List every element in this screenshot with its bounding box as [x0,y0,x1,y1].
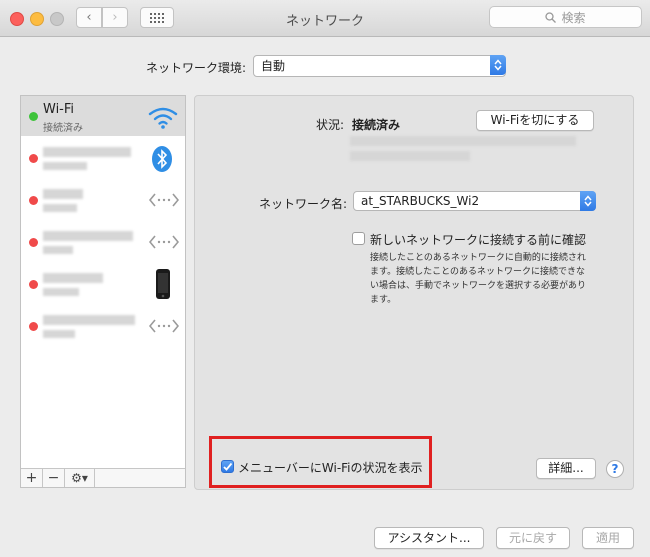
updown-arrows-icon [490,55,506,75]
revert-button[interactable]: 元に戻す [496,527,570,549]
blurred-service-status [43,204,77,212]
service-item[interactable] [21,180,185,220]
service-item-wifi[interactable]: Wi-Fi 接続済み [21,96,185,136]
service-item[interactable] [21,264,185,304]
network-name-label: ネットワーク名: [259,197,348,211]
status-dot-red [29,196,38,205]
status-dot-red [29,154,38,163]
bluetooth-icon [152,146,172,172]
status-value: 接続済み [352,118,401,132]
search-placeholder: 検索 [561,10,586,25]
description-line: ます。 [370,295,397,305]
service-status: 接続済み [43,123,83,134]
apply-button[interactable]: 適用 [582,527,634,549]
status-dot-red [29,280,38,289]
wifi-icon [148,107,178,129]
ask-join-description: 接続したことのあるネットワークに自動的に接続され ます。接続したことのあるネット… [370,251,586,307]
blurred-service-status [43,162,87,170]
service-list[interactable]: Wi-Fi 接続済み + − ⚙▾ [20,95,186,488]
gear-menu-button[interactable]: ⚙▾ [65,469,95,487]
remove-service-button[interactable]: − [43,469,65,487]
service-item[interactable] [21,306,185,346]
advanced-button[interactable]: 詳細... [536,458,596,479]
status-dot-red [29,238,38,247]
blurred-service-status [43,288,79,296]
blurred-service-status [43,246,73,254]
search-field[interactable]: 検索 [489,6,642,28]
blurred-service-name [43,231,133,241]
description-line: 接続したことのあるネットワークに自動的に接続され [370,253,586,263]
service-name: Wi-Fi [43,102,75,117]
ask-join-label: 新しいネットワークに接続する前に確認 [370,233,587,247]
blurred-service-name [43,189,83,199]
blurred-status-detail [350,136,576,146]
service-item[interactable] [21,222,185,262]
status-label: 状況: [316,118,345,132]
assistant-button[interactable]: アシスタント... [374,527,484,549]
blurred-service-name [43,273,103,283]
ethernet-arrows-icon [149,319,179,333]
location-value: 自動 [261,59,286,73]
highlight-annotation [209,436,432,488]
turn-wifi-off-button[interactable]: Wi-Fiを切にする [476,110,594,131]
add-service-button[interactable]: + [21,469,43,487]
service-list-footer: + − ⚙▾ [21,468,185,487]
location-popup[interactable]: 自動 [253,55,506,77]
updown-arrows-icon [580,191,596,211]
location-label: ネットワーク環境: [146,61,247,75]
ethernet-arrows-icon [149,193,179,207]
search-icon [545,11,557,23]
description-line: ます。接続したことのあるネットワークに接続できな [370,267,586,277]
ask-join-checkbox[interactable] [352,232,365,245]
status-dot-green [29,112,38,121]
iphone-icon [156,269,170,299]
blurred-status-detail [350,151,470,161]
wifi-settings-panel: 状況: 接続済み Wi-Fiを切にする ネットワーク名: at_STARBUCK… [194,95,634,490]
status-dot-red [29,322,38,331]
description-line: い場合は、手動でネットワークを選択する必要があり [370,281,587,291]
blurred-service-name [43,147,131,157]
service-item[interactable] [21,138,185,178]
blurred-service-name [43,315,135,325]
network-name-value: at_STARBUCKS_Wi2 [361,194,480,208]
blurred-service-status [43,330,75,338]
help-button[interactable]: ? [606,460,624,478]
network-name-popup[interactable]: at_STARBUCKS_Wi2 [353,191,596,211]
ethernet-arrows-icon [149,235,179,249]
title-bar: ‹ › ネットワーク 検索 [0,0,650,37]
